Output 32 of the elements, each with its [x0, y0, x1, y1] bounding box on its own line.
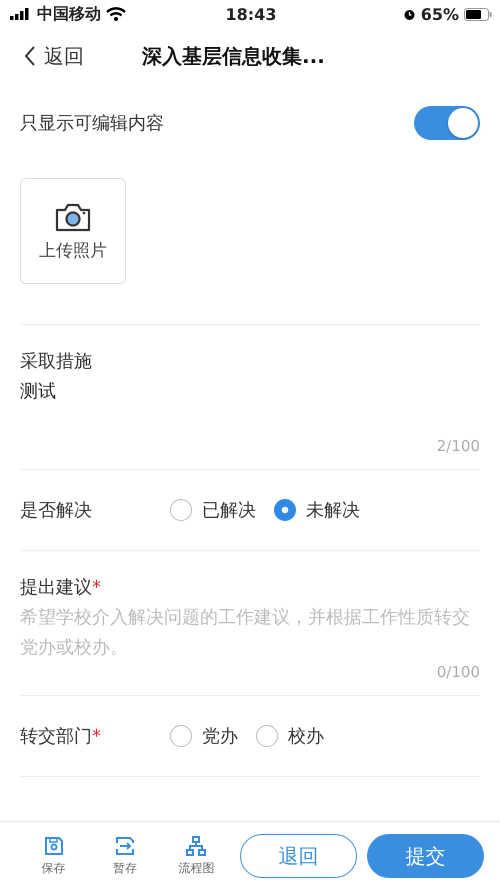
wifi-icon: [106, 7, 126, 21]
radio-button[interactable]: [274, 499, 296, 521]
page-title: 深入基层信息收集...: [142, 42, 325, 70]
carrier-name: 中国移动: [37, 4, 101, 24]
radio-button[interactable]: [170, 499, 192, 521]
status-time: 18:43: [226, 4, 276, 24]
radio-label[interactable]: 党办: [202, 724, 238, 748]
toolbar-button[interactable]: 保存: [18, 834, 90, 878]
character-counter: 2/100: [436, 437, 480, 455]
toolbar-button[interactable]: 流程图: [160, 834, 232, 878]
chevron-left-icon: [24, 45, 36, 67]
tray-arrow-icon: [115, 836, 136, 856]
radio-button[interactable]: [256, 725, 278, 747]
alarm-icon: [402, 8, 416, 20]
field-label: 是否解决: [20, 499, 93, 522]
toggle-label: 只显示可编辑内容: [20, 112, 164, 135]
radio-button[interactable]: [170, 725, 192, 747]
radio-label[interactable]: 已解决: [202, 498, 256, 522]
field-label: 转交部门*: [20, 725, 102, 748]
field-label: 提出建议*: [20, 576, 102, 599]
radio-label[interactable]: 校办: [288, 724, 324, 748]
upload-photo-button[interactable]: 上传照片: [20, 178, 126, 284]
battery-icon: [464, 8, 492, 20]
toolbar-button[interactable]: 暂存: [89, 834, 161, 878]
back-button[interactable]: 返回: [0, 42, 84, 70]
character-counter: 0/100: [436, 663, 480, 681]
toggle-switch[interactable]: [414, 106, 480, 140]
radio-label[interactable]: 未解决: [306, 498, 360, 522]
field-label: 采取措施: [20, 350, 93, 373]
org-chart-icon: [186, 836, 206, 856]
measure-input-field[interactable]: 测试: [20, 373, 480, 437]
battery-percent: 65%: [420, 4, 459, 24]
